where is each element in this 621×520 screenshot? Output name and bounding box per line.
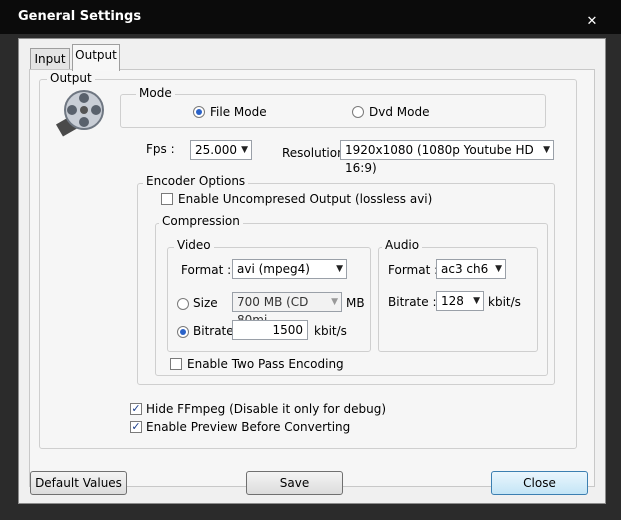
chevron-down-icon: ▼ [473, 296, 480, 306]
output-tab-panel: Output Mode File Mode Dvd Mode Fps: 25.… [29, 69, 595, 487]
mode-group-title: Mode [136, 86, 175, 100]
title-bar[interactable]: General Settings ✕ [0, 0, 621, 34]
bitrate-radio[interactable] [177, 326, 189, 338]
video-bitrate-input[interactable]: 1500 [232, 320, 308, 340]
audio-bitrate-label: Bitrate : [388, 295, 437, 309]
save-button[interactable]: Save [246, 471, 343, 495]
tab-output[interactable]: Output [72, 44, 120, 71]
video-format-value: avi (mpeg4) [237, 262, 310, 276]
dvd-mode-radio[interactable] [352, 106, 364, 118]
film-reel-icon [54, 88, 104, 138]
video-format-label: Format : [181, 263, 232, 277]
audio-bitrate-unit: kbit/s [488, 295, 521, 309]
file-mode-radio[interactable] [193, 106, 205, 118]
chevron-down-icon: ▼ [331, 297, 338, 307]
default-values-button[interactable]: Default Values [30, 471, 127, 495]
mode-group [120, 94, 546, 128]
size-label: Size [193, 296, 218, 310]
fps-label: Fps : [146, 142, 175, 156]
video-bitrate-unit: kbit/s [314, 324, 347, 338]
video-format-select[interactable]: avi (mpeg4) ▼ [232, 259, 347, 279]
video-bitrate-label: Bitrate [193, 324, 234, 338]
output-group-title: Output [47, 71, 95, 85]
audio-title: Audio [382, 238, 423, 252]
enable-preview-checkbox[interactable]: ✓ [130, 421, 142, 433]
enable-preview-label: Enable Preview Before Converting [146, 420, 351, 434]
audio-bitrate-value: 128 [441, 294, 464, 308]
tab-input[interactable]: Input [30, 48, 70, 71]
lossless-label: Enable Uncompresed Output (lossless avi) [178, 192, 433, 206]
fps-value: 25.000 [195, 143, 237, 157]
chevron-down-icon: ▼ [241, 145, 248, 155]
chevron-down-icon: ▼ [495, 264, 502, 274]
audio-format-label: Format : [388, 263, 439, 277]
size-select[interactable]: 700 MB (CD 80mi▼ [232, 292, 342, 327]
hide-ffmpeg-checkbox[interactable]: ✓ [130, 403, 142, 415]
audio-bitrate-select[interactable]: 128 ▼ [436, 291, 484, 311]
fps-select[interactable]: 25.000 ▼ [190, 140, 252, 160]
two-pass-checkbox[interactable] [170, 358, 182, 370]
chevron-down-icon: ▼ [336, 264, 343, 274]
resolution-select[interactable]: 1920x1080 (1080p Youtube HD 16:9) ▼ [340, 140, 554, 175]
lossless-checkbox[interactable] [161, 193, 173, 205]
encoder-options-title: Encoder Options [143, 174, 249, 188]
audio-format-value: ac3 ch6 [441, 262, 489, 276]
size-unit: MB [346, 296, 365, 310]
compression-title: Compression [159, 214, 243, 228]
file-mode-label: File Mode [210, 105, 267, 119]
hide-ffmpeg-label: Hide FFmpeg (Disable it only for debug) [146, 402, 386, 416]
close-window-icon[interactable]: ✕ [584, 14, 600, 30]
settings-window: General Settings ✕ Input Output Output M… [0, 0, 621, 520]
dialog-client-area: Input Output Output Mode File Mode Dvd M… [18, 38, 606, 504]
video-title: Video [174, 238, 214, 252]
chevron-down-icon: ▼ [543, 145, 550, 155]
audio-format-select[interactable]: ac3 ch6 ▼ [436, 259, 506, 279]
two-pass-label: Enable Two Pass Encoding [187, 357, 344, 371]
size-radio[interactable] [177, 298, 189, 310]
window-title: General Settings [18, 9, 142, 24]
close-button[interactable]: Close [491, 471, 588, 495]
dvd-mode-label: Dvd Mode [369, 105, 430, 119]
